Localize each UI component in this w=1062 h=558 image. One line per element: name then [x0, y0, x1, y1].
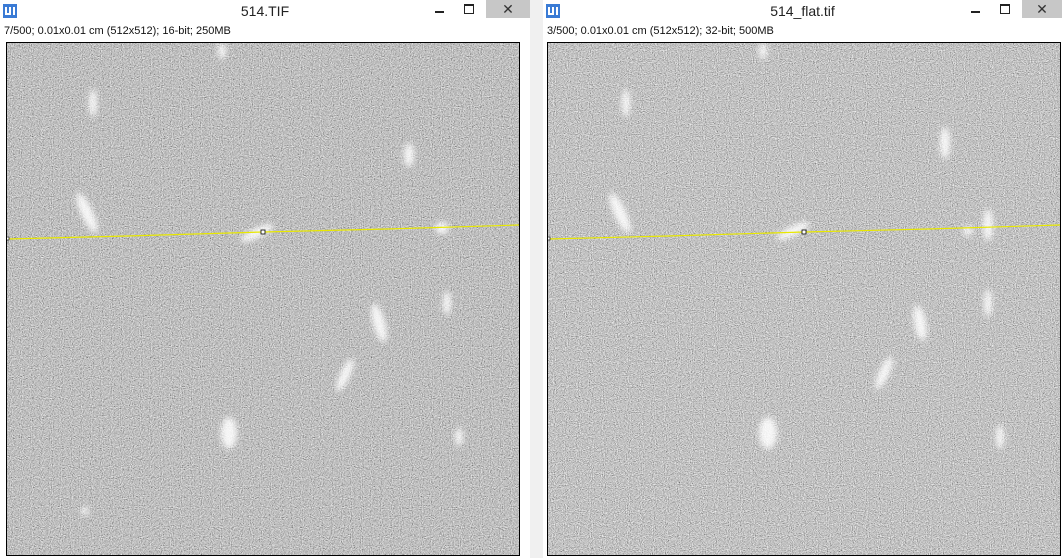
minimize-button[interactable]	[960, 0, 990, 18]
image-canvas[interactable]	[547, 42, 1061, 556]
desktop-gap	[530, 0, 543, 558]
maximize-button[interactable]	[990, 0, 1020, 18]
image-svg[interactable]	[548, 43, 1060, 555]
minimize-icon	[434, 11, 444, 13]
close-icon: ✕	[502, 1, 514, 17]
close-button[interactable]: ✕	[486, 0, 530, 18]
line-handle-start[interactable]	[7, 236, 10, 241]
image-info-bar: 7/500; 0.01x0.01 cm (512x512); 16-bit; 2…	[4, 25, 231, 37]
imagej-icon	[546, 4, 560, 18]
titlebar[interactable]: 514_flat.tif ✕	[543, 0, 1062, 22]
maximize-icon	[1000, 4, 1010, 14]
image-window-514-tif[interactable]: 514.TIF ✕ 7/500; 0.01x0.01 cm (512x512);…	[0, 0, 530, 558]
line-handle-center[interactable]	[801, 229, 807, 235]
line-handle-center[interactable]	[260, 229, 266, 235]
close-icon: ✕	[1036, 1, 1048, 17]
titlebar[interactable]: 514.TIF ✕	[0, 0, 530, 22]
maximize-button[interactable]	[454, 0, 484, 18]
image-window-514-flat-tif[interactable]: 514_flat.tif ✕ 3/500; 0.01x0.01 cm (512x…	[543, 0, 1062, 558]
image-svg[interactable]	[7, 43, 519, 555]
minimize-icon	[970, 11, 980, 13]
line-handle-start[interactable]	[548, 236, 551, 241]
imagej-icon	[3, 4, 17, 18]
minimize-button[interactable]	[424, 0, 454, 18]
noise-background	[7, 43, 519, 555]
noise-background	[548, 43, 1060, 555]
maximize-icon	[464, 4, 474, 14]
image-canvas[interactable]	[6, 42, 520, 556]
close-button[interactable]: ✕	[1022, 0, 1062, 18]
image-info-bar: 3/500; 0.01x0.01 cm (512x512); 32-bit; 5…	[547, 25, 774, 37]
